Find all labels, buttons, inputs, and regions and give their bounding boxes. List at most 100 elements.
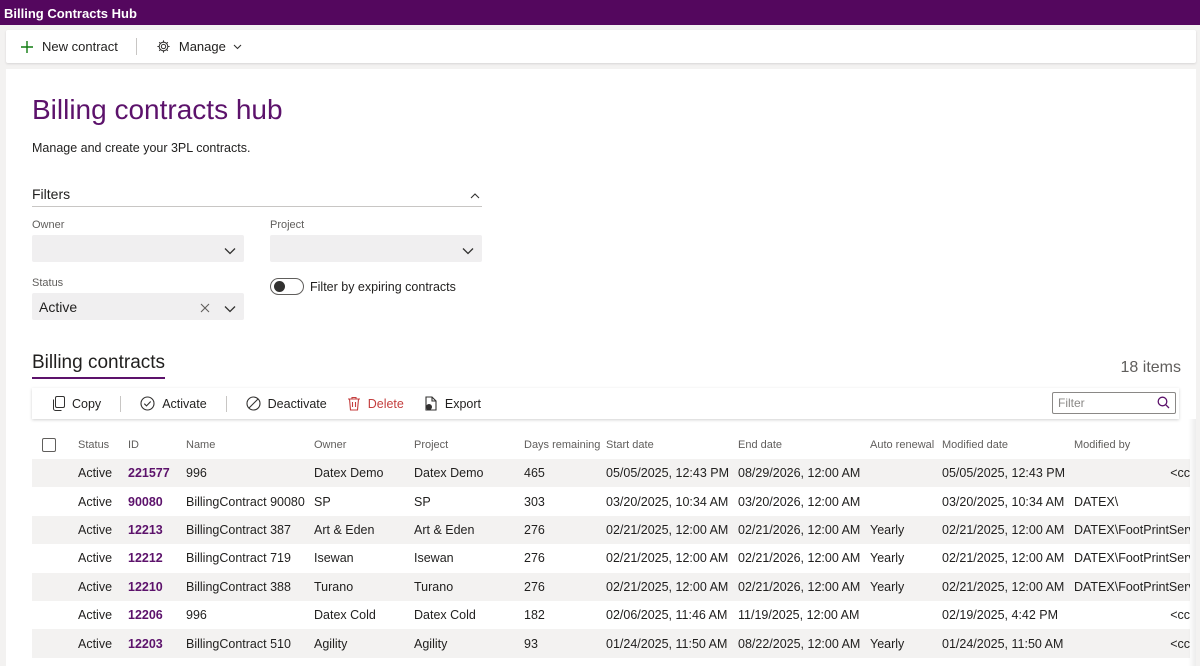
table-row[interactable]: Active 12210 BillingContract 388 Turano … xyxy=(32,572,1190,601)
cell-days-remaining: 182 xyxy=(524,608,545,623)
cell-id: 90080 xyxy=(128,487,186,515)
column-header-modified-by[interactable]: Modified by xyxy=(1074,431,1190,459)
table-row[interactable]: Active 221577 996 Datex Demo Datex Demo … xyxy=(32,459,1190,488)
row-select-cell[interactable] xyxy=(32,544,78,572)
contracts-table: Status ID Name Owner Project Days remain… xyxy=(32,431,1190,658)
export-button[interactable]: Export xyxy=(424,396,481,411)
column-header-owner[interactable]: Owner xyxy=(314,431,414,459)
contract-id-link[interactable]: 12210 xyxy=(128,580,163,594)
command-separator xyxy=(135,38,137,55)
grid-filter-input[interactable]: Filter xyxy=(1052,392,1176,414)
cell-auto-renewal: Yearly xyxy=(870,572,942,601)
row-select-cell[interactable] xyxy=(32,601,78,629)
contract-id-link[interactable]: 12213 xyxy=(128,523,163,537)
column-header-id[interactable]: ID xyxy=(128,431,186,459)
status-label: Status xyxy=(32,277,64,289)
project-dropdown[interactable] xyxy=(270,235,482,262)
cell-modified-date: 02/19/2025, 4:42 PM xyxy=(942,608,1059,623)
cell-end-date: 08/22/2025, 12:00 AM xyxy=(738,629,870,658)
contract-id-link[interactable]: 12203 xyxy=(128,637,163,651)
cell-modified-by: DATEX\FootPrintServ xyxy=(1074,551,1190,566)
row-select-cell[interactable] xyxy=(32,459,78,488)
cell-end-date: 08/29/2026, 12:00 AM xyxy=(738,459,870,488)
cell-project: Turano xyxy=(414,572,524,601)
toolbar-separator xyxy=(120,395,122,412)
table-row[interactable]: Active 12206 996 Datex Cold Datex Cold 1… xyxy=(32,601,1190,629)
horizontal-overflow-shadow xyxy=(1188,419,1196,666)
row-select-cell[interactable] xyxy=(32,629,78,658)
row-select-cell[interactable] xyxy=(32,572,78,601)
status-dropdown[interactable]: Active xyxy=(32,293,244,320)
cell-id: 12210 xyxy=(128,572,186,601)
table-row[interactable]: Active 90080 BillingContract 90080 SP SP… xyxy=(32,487,1190,515)
table-row[interactable]: Active 12212 BillingContract 719 Isewan … xyxy=(32,544,1190,572)
new-contract-button[interactable]: New contract xyxy=(20,30,118,63)
chevron-up-icon[interactable] xyxy=(470,186,480,202)
cell-id: 12203 xyxy=(128,629,186,658)
cell-owner: Isewan xyxy=(314,551,354,566)
cell-modified-date: 03/20/2025, 10:34 AM xyxy=(942,494,1065,509)
chevron-down-icon xyxy=(224,300,236,316)
table-row[interactable]: Active 12213 BillingContract 387 Art & E… xyxy=(32,515,1190,545)
deactivate-button[interactable]: Deactivate xyxy=(246,396,327,411)
cell-modified-by: DATEX\FootPrintServ xyxy=(1074,572,1190,601)
page-title: Billing contracts hub xyxy=(32,94,283,125)
owner-dropdown[interactable] xyxy=(32,235,244,262)
cell-owner: Datex Demo xyxy=(314,459,414,488)
cell-end-date: 02/21/2026, 12:00 AM xyxy=(738,551,861,566)
cell-id: 221577 xyxy=(128,459,186,488)
column-header-days-remaining[interactable]: Days remaining xyxy=(524,431,606,459)
column-header-project[interactable]: Project xyxy=(414,431,524,459)
delete-label: Delete xyxy=(367,396,404,411)
contract-id-link[interactable]: 221577 xyxy=(128,466,170,480)
cell-modified-by: <cc xyxy=(1074,629,1190,658)
cell-auto-renewal: Yearly xyxy=(870,515,942,545)
clear-icon[interactable] xyxy=(200,300,210,316)
cell-start-date: 02/21/2025, 12:00 AM xyxy=(606,551,729,566)
cell-modified-by: DATEX\ xyxy=(1074,494,1119,509)
activate-label: Activate xyxy=(162,396,207,411)
cell-auto-renewal xyxy=(870,459,942,488)
column-header-end-date[interactable]: End date xyxy=(738,431,870,459)
cell-end-date: 11/19/2025, 12:00 AM xyxy=(738,608,860,623)
row-select-cell[interactable] xyxy=(32,487,78,515)
cell-name: BillingContract 387 xyxy=(186,515,314,545)
owner-label: Owner xyxy=(32,219,65,231)
filters-header[interactable]: Filters xyxy=(32,186,482,207)
cell-owner: Agility xyxy=(314,629,414,658)
row-select-cell[interactable] xyxy=(32,515,78,545)
select-all-cell[interactable] xyxy=(32,431,78,459)
contract-id-link[interactable]: 12206 xyxy=(128,608,163,622)
cell-project: Art & Eden xyxy=(414,515,524,545)
cell-owner: Turano xyxy=(314,572,414,601)
delete-button[interactable]: Delete xyxy=(347,396,404,411)
column-header-modified-date[interactable]: Modified date xyxy=(942,431,1074,459)
cell-name: BillingContract 510 xyxy=(186,629,314,658)
cell-modified-by: <cc xyxy=(1074,459,1190,488)
column-header-auto-renewal[interactable]: Auto renewal xyxy=(870,431,942,459)
column-header-start-date[interactable]: Start date xyxy=(606,431,738,459)
column-header-status[interactable]: Status xyxy=(78,431,128,459)
contract-id-link[interactable]: 12212 xyxy=(128,551,163,565)
expiring-toggle[interactable] xyxy=(270,278,304,295)
cell-days-remaining: 93 xyxy=(524,629,606,658)
cell-name: BillingContract 719 xyxy=(186,551,291,566)
search-icon[interactable] xyxy=(1157,396,1170,412)
cell-auto-renewal xyxy=(870,487,942,515)
cell-modified-by: <cc xyxy=(1170,608,1190,623)
cell-start-date: 02/21/2025, 12:00 AM xyxy=(606,515,738,545)
column-header-name[interactable]: Name xyxy=(186,431,314,459)
cell-status: Active xyxy=(78,572,128,601)
cell-project: Datex Cold xyxy=(414,608,476,623)
table-row[interactable]: Active 12203 BillingContract 510 Agility… xyxy=(32,629,1190,658)
cell-start-date: 02/06/2025, 11:46 AM xyxy=(606,608,728,623)
manage-menu-button[interactable]: Manage xyxy=(156,30,242,63)
copy-button[interactable]: Copy xyxy=(52,396,101,411)
select-all-checkbox[interactable] xyxy=(42,438,56,452)
cell-status: Active xyxy=(78,551,113,566)
contract-id-link[interactable]: 90080 xyxy=(128,495,163,509)
command-bar: New contract Manage xyxy=(6,30,1196,63)
block-icon xyxy=(246,396,261,411)
cell-name: 996 xyxy=(186,608,207,623)
activate-button[interactable]: Activate xyxy=(140,396,207,411)
